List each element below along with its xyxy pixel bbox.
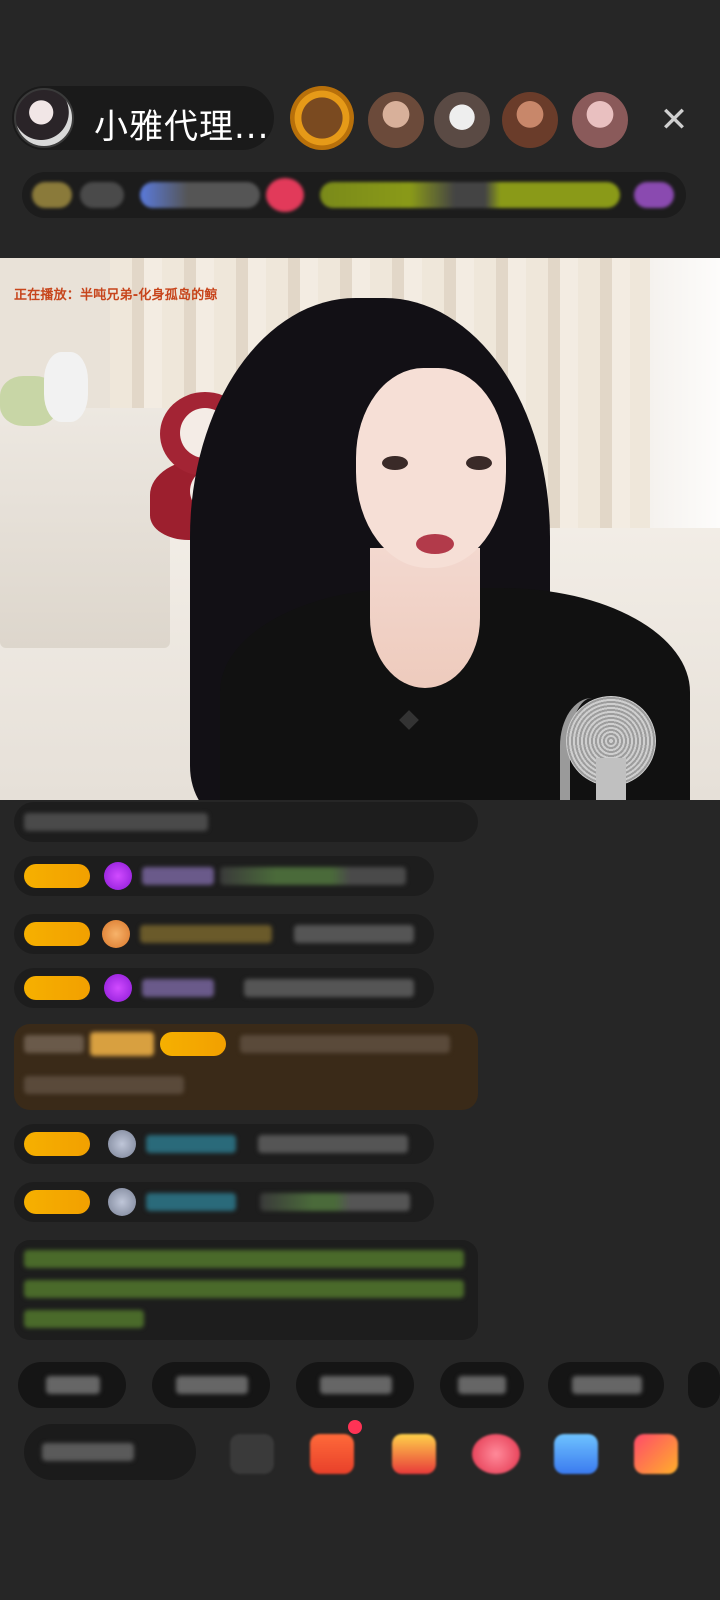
streamer-eye-right: [466, 456, 492, 470]
more-icon[interactable]: [634, 1434, 678, 1474]
chat-username: [142, 979, 214, 997]
rank-badge: [32, 182, 72, 208]
quick-reply-1[interactable]: [18, 1362, 126, 1408]
host-avatar[interactable]: [14, 88, 74, 148]
chat-text-line-2: [24, 1076, 184, 1094]
quick-reply-text: [46, 1376, 100, 1394]
quick-reply-text: [572, 1376, 642, 1394]
quick-reply-2[interactable]: [152, 1362, 270, 1408]
gem-icon: [104, 862, 132, 890]
gift-box-icon[interactable]: [310, 1434, 354, 1474]
system-notice: [14, 1240, 478, 1340]
level-badge: [160, 1032, 226, 1056]
notification-dot: [348, 1420, 362, 1434]
top-viewer-avatar-3[interactable]: [434, 92, 490, 148]
chat-username: [140, 925, 272, 943]
chat-message[interactable]: [14, 968, 434, 1008]
top-viewer-avatar-5[interactable]: [572, 92, 628, 148]
background-sofa: [0, 408, 170, 648]
streamer-eye-left: [382, 456, 408, 470]
hot-value: [80, 182, 124, 208]
chat-text: [220, 867, 406, 885]
background-plush: [44, 352, 88, 422]
vip-badge: [90, 1032, 154, 1056]
quick-reply-5[interactable]: [548, 1362, 664, 1408]
notice-line-3: [24, 1310, 144, 1328]
emoji-icon[interactable]: [230, 1434, 274, 1474]
level-badge: [24, 1132, 90, 1156]
comment-input[interactable]: [24, 1424, 196, 1480]
chat-message[interactable]: [14, 1124, 434, 1164]
gem-icon: [104, 974, 132, 1002]
chat-text: [24, 813, 208, 831]
user-avatar: [108, 1188, 136, 1216]
chat-message[interactable]: [14, 802, 478, 842]
quick-reply-text: [176, 1376, 248, 1394]
chat-message[interactable]: [14, 1182, 434, 1222]
top-viewer-avatar-2[interactable]: [368, 92, 424, 148]
heart-gift-icon[interactable]: [472, 1434, 520, 1474]
level-badge: [24, 922, 90, 946]
fan-club-tag[interactable]: [140, 182, 260, 208]
microphone-stand: [596, 758, 626, 800]
chat-text: [294, 925, 414, 943]
more-tag[interactable]: [634, 182, 674, 208]
game-icon[interactable]: [554, 1434, 598, 1474]
level-badge: [24, 864, 90, 888]
comment-placeholder: [42, 1443, 134, 1461]
chat-text: [260, 1193, 410, 1211]
top-viewer-avatar-4[interactable]: [502, 92, 558, 148]
live-video[interactable]: 正在播放：半吨兄弟-化身孤岛的鲸: [0, 258, 720, 800]
user-avatar: [108, 1130, 136, 1158]
level-badge: [24, 1190, 90, 1214]
chat-text: [240, 1035, 450, 1053]
level-badge: [24, 976, 90, 1000]
highlight-chat-message[interactable]: [14, 1024, 478, 1110]
top-viewer-avatar-1[interactable]: [290, 86, 354, 150]
chat-username: [24, 1035, 84, 1053]
quick-reply-text: [320, 1376, 392, 1394]
fan-icon: [102, 920, 130, 948]
host-name[interactable]: 小雅代理...: [94, 99, 269, 148]
chat-message[interactable]: [14, 856, 434, 896]
red-packet-icon[interactable]: [392, 1434, 436, 1474]
streamer-neck: [370, 548, 480, 688]
chat-text: [244, 979, 414, 997]
chat-text: [258, 1135, 408, 1153]
close-icon[interactable]: ✕: [656, 102, 692, 138]
chat-username: [142, 867, 214, 885]
quick-reply-text: [458, 1376, 506, 1394]
chat-username: [146, 1135, 236, 1153]
chat-message[interactable]: [14, 914, 434, 954]
notice-line-1: [24, 1250, 464, 1268]
quick-reply-3[interactable]: [296, 1362, 414, 1408]
gift-tag[interactable]: [266, 178, 304, 212]
notice-line-2: [24, 1280, 464, 1298]
streamer-mouth: [416, 534, 454, 554]
quick-reply-4[interactable]: [440, 1362, 524, 1408]
now-playing-text: 正在播放：半吨兄弟-化身孤岛的鲸: [14, 288, 218, 303]
chat-username: [146, 1193, 236, 1211]
activity-tags[interactable]: [320, 182, 620, 208]
quick-reply-6[interactable]: [688, 1362, 720, 1408]
room-tag-strip[interactable]: [22, 172, 686, 218]
